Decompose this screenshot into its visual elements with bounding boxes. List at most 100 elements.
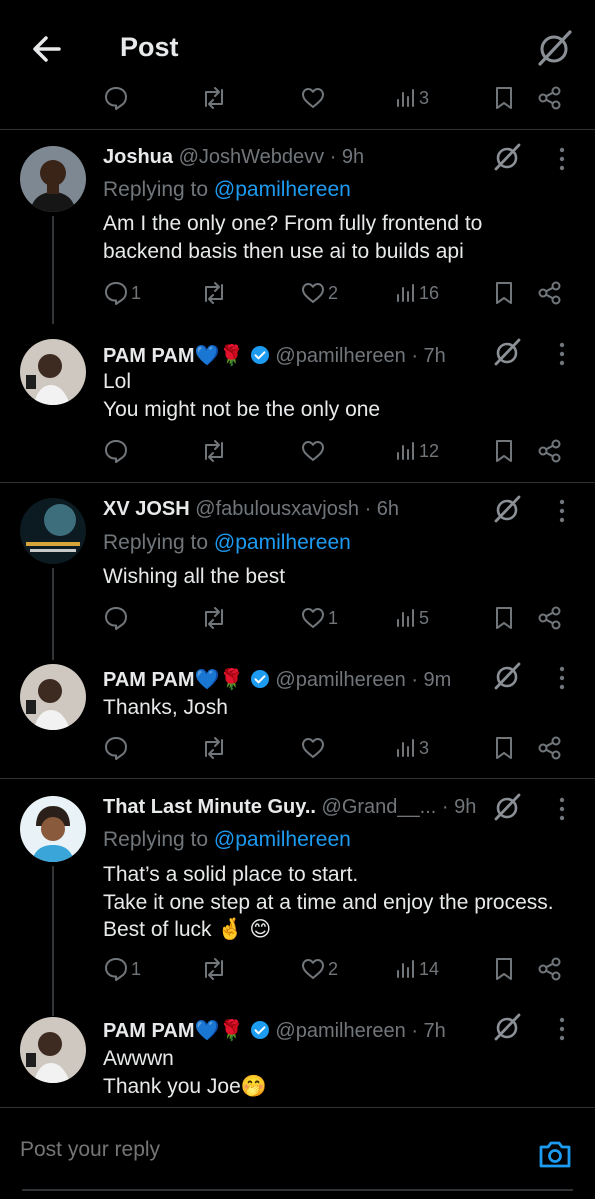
reply-tweet[interactable]: Joshua @JoshWebdevv · 9h Replying to @pa… <box>0 130 595 324</box>
grok-button[interactable] <box>492 337 522 367</box>
avatar-image <box>20 1017 86 1083</box>
repost-button[interactable] <box>200 436 228 466</box>
share-button[interactable] <box>537 436 563 466</box>
views-button[interactable]: 5 <box>395 603 429 633</box>
avatar[interactable] <box>20 146 86 212</box>
views-button[interactable]: 3 <box>395 83 429 113</box>
avatar[interactable] <box>20 498 86 564</box>
display-name[interactable]: That Last Minute Guy.. <box>103 796 316 818</box>
avatar-image <box>20 796 86 862</box>
like-button[interactable]: 1 <box>300 603 338 633</box>
reply-button[interactable] <box>103 436 131 466</box>
tweet-text: Lol You might not be the only one <box>103 368 571 423</box>
like-icon <box>302 608 324 628</box>
more-button[interactable] <box>550 1014 574 1044</box>
action-bar: 3 <box>0 733 595 765</box>
avatar-image <box>20 146 86 212</box>
tweet-text: Awwwn Thank you Joe🤭 <box>103 1045 571 1100</box>
more-button[interactable] <box>550 144 574 174</box>
like-icon <box>302 283 324 303</box>
display-name[interactable]: XV JOSH <box>103 498 190 520</box>
repost-icon <box>205 440 223 462</box>
like-button[interactable] <box>300 436 328 466</box>
display-name[interactable]: PAM PAM💙🌹 <box>103 669 244 691</box>
reply-tweet[interactable]: XV JOSH @fabulousxavjosh · 6h Replying t… <box>0 483 595 660</box>
repost-button[interactable] <box>200 278 228 308</box>
like-button[interactable] <box>300 733 328 763</box>
reply-button[interactable] <box>103 83 129 113</box>
grok-button[interactable] <box>492 661 522 691</box>
back-button[interactable] <box>28 30 66 68</box>
reply-button[interactable]: 1 <box>103 954 141 984</box>
reply-tweet[interactable]: PAM PAM💙🌹 @pamilhereen · 7h Lol You migh… <box>0 325 595 480</box>
bookmark-button[interactable] <box>492 733 516 763</box>
reply-button[interactable] <box>103 603 131 633</box>
more-icon <box>559 147 565 171</box>
bookmark-button[interactable] <box>492 954 516 984</box>
repost-button[interactable] <box>200 733 228 763</box>
more-button[interactable] <box>550 339 574 369</box>
reply-button[interactable] <box>103 733 131 763</box>
tweet-text-line: Lol <box>103 370 132 393</box>
like-icon <box>302 959 324 979</box>
display-name[interactable]: Joshua <box>103 146 173 168</box>
avatar[interactable] <box>20 339 86 405</box>
more-button[interactable] <box>550 794 574 824</box>
bookmark-button[interactable] <box>492 603 516 633</box>
bookmark-button[interactable] <box>492 278 516 308</box>
bookmark-button[interactable] <box>492 436 516 466</box>
reply-tweet[interactable]: PAM PAM💙🌹 @pamilhereen · 7h Awwwn Thank … <box>0 1003 595 1107</box>
grok-button[interactable] <box>492 1012 522 1042</box>
bookmark-button[interactable] <box>492 83 516 113</box>
handle[interactable]: @Grand__... <box>322 796 437 818</box>
share-button[interactable] <box>537 954 563 984</box>
share-button[interactable] <box>537 603 563 633</box>
views-button[interactable]: 3 <box>395 733 429 763</box>
repost-button[interactable] <box>200 954 228 984</box>
avatar[interactable] <box>20 1017 86 1083</box>
mention-link[interactable]: @pamilhereen <box>214 531 351 554</box>
share-button[interactable] <box>537 83 563 113</box>
views-icon <box>397 960 414 978</box>
mention-link[interactable]: @pamilhereen <box>214 178 351 201</box>
handle[interactable]: @pamilhereen <box>275 669 405 691</box>
reply-input[interactable] <box>20 1138 500 1162</box>
timestamp: · 7h <box>411 1020 446 1042</box>
bookmark-icon <box>496 958 512 980</box>
handle[interactable]: @pamilhereen <box>275 345 405 367</box>
repost-button[interactable] <box>200 83 228 113</box>
display-name[interactable]: PAM PAM💙🌹 <box>103 345 244 367</box>
views-button[interactable]: 14 <box>395 954 439 984</box>
more-icon <box>559 666 565 690</box>
grok-button[interactable] <box>534 28 574 68</box>
reply-tweet[interactable]: PAM PAM💙🌹 @pamilhereen · 9m Thanks, Josh… <box>0 650 595 775</box>
views-button[interactable]: 12 <box>395 436 439 466</box>
repost-button[interactable] <box>200 603 228 633</box>
views-button[interactable]: 16 <box>395 278 439 308</box>
share-icon <box>538 439 561 463</box>
handle[interactable]: @fabulousxavjosh <box>195 498 359 520</box>
grok-button[interactable] <box>492 142 522 172</box>
reply-tweet[interactable]: That Last Minute Guy.. @Grand__... · 9h … <box>0 779 595 1016</box>
like-button[interactable]: 2 <box>300 954 338 984</box>
grok-button[interactable] <box>492 494 522 524</box>
grok-icon <box>538 30 572 66</box>
display-name[interactable]: PAM PAM💙🌹 <box>103 1020 244 1042</box>
share-button[interactable] <box>537 733 563 763</box>
reply-button[interactable]: 1 <box>103 278 141 308</box>
more-button[interactable] <box>550 663 574 693</box>
more-button[interactable] <box>550 496 574 526</box>
grok-button[interactable] <box>492 792 522 822</box>
handle[interactable]: @JoshWebdevv <box>179 146 325 168</box>
avatar[interactable] <box>20 664 86 730</box>
like-button[interactable] <box>300 83 326 113</box>
share-button[interactable] <box>537 278 563 308</box>
tweet-text-line: You might not be the only one <box>103 397 381 421</box>
like-button[interactable]: 2 <box>300 278 338 308</box>
camera-button[interactable] <box>537 1136 573 1172</box>
grok-icon <box>494 1013 521 1041</box>
grok-icon <box>494 495 521 523</box>
handle[interactable]: @pamilhereen <box>275 1020 405 1042</box>
mention-link[interactable]: @pamilhereen <box>214 828 351 851</box>
avatar[interactable] <box>20 796 86 862</box>
